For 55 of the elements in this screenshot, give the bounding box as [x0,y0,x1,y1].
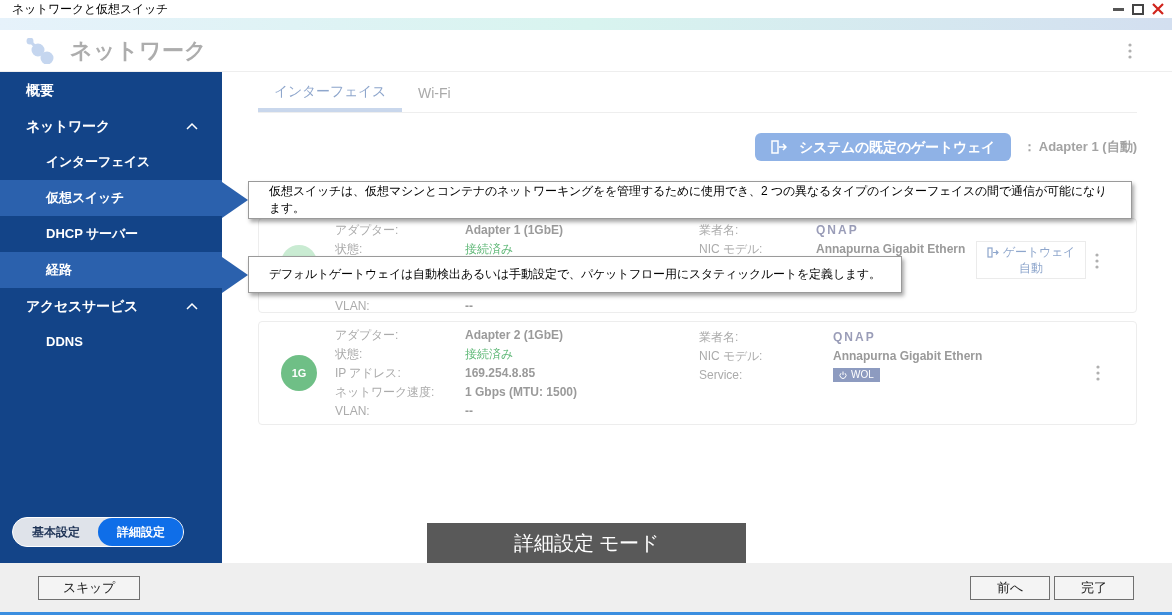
chevron-up-icon[interactable] [186,302,198,310]
sidebar-item[interactable]: DDNS [0,324,222,360]
window-title: ネットワークと仮想スイッチ [12,1,168,18]
close-icon[interactable] [1152,3,1164,15]
power-icon [839,370,847,379]
sidebar-item[interactable]: ネットワーク [0,108,222,144]
sidebar-item[interactable]: 概要 [0,72,222,108]
vendor-logo: QNAP [816,221,859,239]
tooltip: デフォルトゲートウェイは自動検出あるいは手動設定で、パケットフロー用にスタティックルートを定義します。 [248,256,902,293]
field-label: VLAN: [335,297,371,315]
field-label: 業者名: [699,328,740,346]
field-label: 状態: [335,346,364,363]
mode-toggle-option[interactable]: 基本設定 [13,518,98,546]
app-title: ネットワーク [70,37,207,65]
field-value: -- [465,297,473,315]
service-badge: WOL [833,367,880,382]
vendor-logo: QNAP [833,328,876,346]
chevron-up-icon[interactable] [186,122,198,130]
field-value: 1 Gbps (MTU: 1500) [465,384,578,401]
mode-toggle-option[interactable]: 詳細設定 [98,518,183,546]
field-label: NIC モデル: [699,240,764,258]
adapter-icon: 1G [281,355,317,391]
sidebar-item[interactable]: DHCP サーバー [0,216,222,252]
field-value: Adapter 2 (1GbE) [465,327,563,344]
maximize-icon[interactable] [1132,3,1144,15]
finish-button[interactable]: 完了 [1054,575,1134,600]
field-label: 業者名: [699,221,740,239]
sidebar-item[interactable]: アクセスサービス [0,288,222,324]
status-value: 接続済み [465,346,513,363]
skip-button[interactable]: スキップ [38,575,140,600]
field-label: アダプター: [335,327,400,344]
field-value: Adapter 1 (1GbE) [465,221,563,239]
gateway-icon [987,246,999,258]
pointer-arrow-icon [222,182,248,218]
field-value: -- [465,403,473,420]
field-label: 状態: [335,240,364,258]
field-value: 169.254.8.85 [465,365,536,382]
default-gateway-value: ： Adapter 1 (自動) [1022,138,1137,157]
mode-banner: 詳細設定 モード [427,523,746,563]
network-icon [24,37,54,64]
field-value: Annapurna Gigabit Ethern [833,347,983,365]
pointer-arrow-icon [222,256,248,293]
back-button[interactable]: 前へ [970,575,1050,600]
gateway-icon [770,140,787,154]
minimize-icon[interactable] [1113,7,1124,11]
field-label: VLAN: [335,403,371,420]
tooltip: 仮想スイッチは、仮想マシンとコンテナのネットワーキングをを管理するために使用でき、2 つの異なるタイプのインターフェイスの間で通信が可能になります。 [248,181,1132,219]
field-value: Annapurna Gigabit Ethern [816,240,966,258]
field-label: IP アドレス: [335,365,402,382]
status-value: 接続済み [465,240,513,258]
field-label: ネットワーク速度: [335,384,436,401]
field-label: Service: [699,366,744,384]
field-label: アダプター: [335,221,400,239]
sidebar-item[interactable]: インターフェイス [0,144,222,180]
field-label: NIC モデル: [699,347,764,365]
